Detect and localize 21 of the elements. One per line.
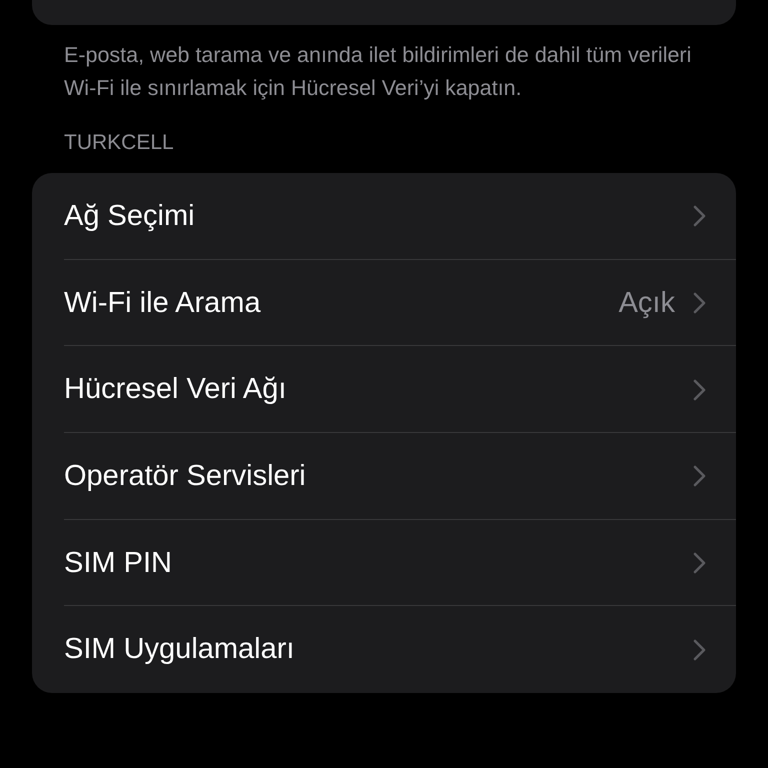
info-text: E-posta, web tarama ve anında ilet bildirimleri de dahil tüm verileri Wi-Fi ile sınırlamak için Hücresel Veri’yi kapatın. xyxy=(64,42,692,102)
settings-row[interactable]: Ağ Seçimi xyxy=(32,173,736,260)
row-label: Ağ Seçimi xyxy=(64,200,196,233)
row-value: Açık xyxy=(618,286,675,320)
chevron-icon xyxy=(693,552,706,574)
chevron-icon xyxy=(693,465,706,488)
settings-row[interactable]: Hücresel Veri Ağı xyxy=(32,346,736,434)
settings-row[interactable]: Operatör Servisleri xyxy=(32,433,736,520)
chevron-icon xyxy=(693,378,706,401)
settings-row[interactable]: SIM PIN xyxy=(32,520,736,606)
chevron-icon xyxy=(693,292,706,314)
row-label: Hücresel Veri Ağı xyxy=(64,373,288,406)
settings-row[interactable]: SIM Uygulamaları xyxy=(32,606,736,694)
row-label: SIM Uygulamaları xyxy=(64,633,296,666)
chevron-icon xyxy=(693,205,706,228)
section-header: TURKCELL xyxy=(64,130,175,156)
settings-row[interactable]: Wi-Fi ile Arama Açık xyxy=(32,260,736,346)
chevron-icon xyxy=(693,638,706,661)
row-label: Wi-Fi ile Arama xyxy=(64,286,262,320)
row-label: Operatör Servisleri xyxy=(64,460,307,493)
row-label: SIM PIN xyxy=(64,546,173,580)
